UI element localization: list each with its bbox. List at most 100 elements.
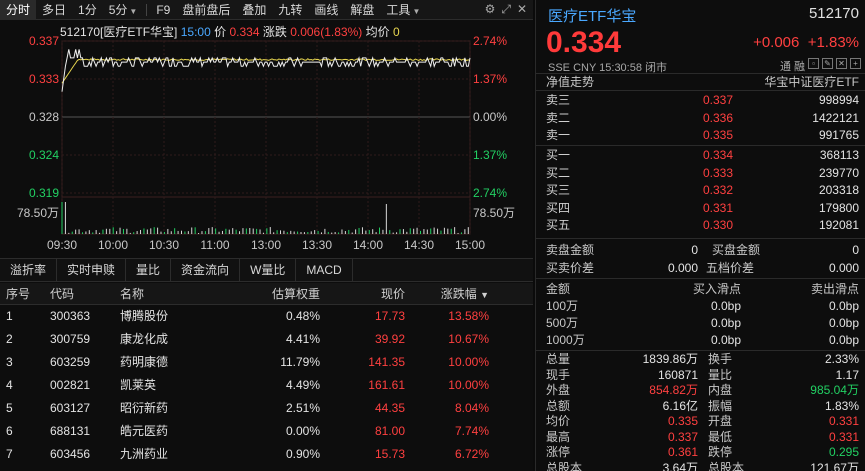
tab-intraday[interactable]: 分时 — [0, 0, 37, 20]
analysis-button[interactable]: 解盘 — [344, 0, 380, 20]
level-label: 买五 — [546, 218, 571, 232]
row-change: 10.00% — [448, 378, 489, 392]
stat-value: 0.331 — [828, 429, 859, 444]
stat-value: 2.33% — [824, 352, 859, 366]
stat-label: 换手 — [708, 352, 733, 366]
orderbook-row[interactable]: 卖三 0.337 998994 — [536, 92, 865, 110]
add-icon[interactable]: + — [850, 58, 861, 69]
level-price: 0.337 — [702, 93, 733, 107]
orderbook-row[interactable]: 买五 0.330 192081 — [536, 217, 865, 235]
close-icon[interactable]: ✕ — [836, 58, 847, 69]
buy-amount-label: 买盘金额 — [712, 243, 761, 257]
table-row[interactable]: 2 300759 康龙化成 4.41% 39.92 10.67% — [0, 328, 533, 351]
stat-value: 121.67万 — [810, 460, 859, 471]
tab-premium[interactable]: 溢折率 — [0, 259, 58, 281]
orderbook-row[interactable]: 买一 0.334 368113 — [536, 147, 865, 165]
quote-panel: 医疗ETF华宝 512170 0.334 +0.006 +1.83% SSE C… — [535, 0, 865, 471]
stat-label: 现手 — [546, 367, 571, 382]
divider — [536, 278, 865, 279]
level-price: 0.335 — [702, 128, 733, 142]
stat-value: 1839.86万 — [642, 352, 698, 366]
chart-code-name: 512170[医疗ETF华宝] — [60, 25, 178, 39]
stat-value: 1.83% — [824, 398, 859, 413]
row-weight: 0.00% — [285, 424, 320, 438]
slippage-cell: 0.0bp — [828, 316, 859, 330]
nine-turn-button[interactable]: 九转 — [272, 0, 308, 20]
table-row[interactable]: 7 603456 九洲药业 0.90% 15.73 6.72% — [0, 443, 533, 466]
row-code: 002821 — [50, 378, 91, 392]
row-change: 13.58% — [448, 309, 489, 323]
orderbook-row[interactable]: 卖二 0.336 1422121 — [536, 110, 865, 128]
spread-row: 买卖价差 0.000 五档价差 0.000 — [536, 260, 865, 277]
time-tick-label: 15:00 — [455, 238, 485, 252]
row-weight: 4.41% — [285, 332, 320, 346]
price-tick-label: 0.324 — [29, 148, 59, 162]
f9-button[interactable]: F9 — [150, 0, 176, 20]
price-label: 价 — [214, 25, 227, 39]
row-code: 603456 — [50, 447, 91, 461]
chart-header: 512170[医疗ETF华宝] 15:00 价 0.334 涨跌 0.006(1… — [60, 23, 400, 40]
col-code[interactable]: 代码 — [50, 283, 120, 304]
stat-value: 0.295 — [828, 445, 859, 459]
time-tick-label: 10:30 — [149, 238, 179, 252]
tab-macd[interactable]: MACD — [296, 259, 353, 281]
expand-icon[interactable]: ⤢ — [501, 2, 511, 17]
premarket-button[interactable]: 盘前盘后 — [176, 0, 236, 20]
minimize-icon[interactable]: ▫ — [808, 58, 819, 69]
orderbook-row[interactable]: 买三 0.332 203318 — [536, 182, 865, 200]
chart-time: 15:00 — [180, 25, 211, 39]
row-weight: 11.79% — [280, 355, 320, 369]
chart-change: 0.006(1.83%) — [290, 25, 363, 39]
row-name: 皓元医药 — [120, 424, 169, 438]
table-row[interactable]: 5 603127 昭衍新药 2.51% 44.35 8.04% — [0, 397, 533, 420]
stat-value: 854.82万 — [649, 383, 698, 397]
table-row[interactable]: 3 603259 药明康德 11.79% 141.35 10.00% — [0, 351, 533, 374]
time-tick-label: 10:00 — [98, 238, 128, 252]
stat-row: 总量 1839.86万 换手 2.33% — [536, 352, 865, 367]
close-icon[interactable]: ✕ — [517, 2, 527, 17]
ask-book: 卖三 0.337 998994 卖二 0.336 1422121 卖一 0.335 991765 — [536, 92, 865, 145]
orderbook-row[interactable]: 买二 0.333 239770 — [536, 165, 865, 183]
nav-trend-row[interactable]: 净值走势 华宝中证医疗ETF — [536, 73, 865, 91]
slippage-cell: 0.0bp — [828, 299, 859, 313]
orderbook-row[interactable]: 卖一 0.335 991765 — [536, 127, 865, 145]
row-name: 凯莱英 — [120, 378, 157, 392]
time-tick-label: 14:00 — [353, 238, 383, 252]
col-price[interactable]: 现价 — [320, 283, 405, 304]
draw-line-button[interactable]: 画线 — [308, 0, 344, 20]
row-name: 昭衍新药 — [120, 401, 169, 415]
tab-volume-ratio[interactable]: 量比 — [126, 259, 172, 281]
slippage-cell: 买入滑点 — [692, 282, 741, 296]
col-change[interactable]: 涨跌幅 ▼ — [405, 283, 495, 304]
settings-icon[interactable]: ⚙ — [485, 2, 496, 17]
intraday-chart[interactable]: 0.337 2.74% 0.333 1.37% 0.328 0.00% 0.324 1.37%… — [0, 21, 533, 257]
table-body: 1 300363 博腾股份 0.48% 17.73 13.58% 2 300759 康龙化成 4.… — [0, 305, 533, 466]
tab-w-volume-ratio[interactable]: W量比 — [240, 259, 297, 281]
orderbook-row[interactable]: 买四 0.331 179800 — [536, 200, 865, 218]
tab-multiday[interactable]: 多日 — [36, 0, 72, 20]
avg-label: 均价 — [365, 25, 390, 39]
security-title: 医疗ETF华宝 — [548, 8, 637, 25]
row-change: 10.67% — [448, 332, 489, 346]
tab-5min[interactable]: 5分 ▼ — [103, 0, 144, 20]
col-name[interactable]: 名称 — [120, 283, 230, 304]
row-index: 6 — [6, 424, 13, 438]
col-weight[interactable]: 估算权重 — [230, 283, 320, 304]
overlay-button[interactable]: 叠加 — [236, 0, 272, 20]
table-row[interactable]: 6 688131 皓元医药 0.00% 81.00 7.74% — [0, 420, 533, 443]
quote-flags: 通 融 ▫ ✎ ✕ + — [780, 58, 861, 74]
nav-trend-label: 净值走势 — [546, 75, 595, 89]
percent-tick-label: 1.37% — [473, 72, 507, 86]
col-index[interactable]: 序号 — [0, 283, 50, 304]
tab-fund-flow[interactable]: 资金流向 — [171, 259, 241, 281]
tools-button[interactable]: 工具 ▼ — [380, 0, 426, 20]
table-row[interactable]: 4 002821 凯莱英 4.49% 161.61 10.00% — [0, 374, 533, 397]
level-label: 卖三 — [546, 93, 571, 107]
slippage-cell: 0.0bp — [710, 333, 741, 347]
tab-1min[interactable]: 1分 — [72, 0, 103, 20]
tab-creation-redemption[interactable]: 实时申赎 — [57, 259, 127, 281]
table-row[interactable]: 1 300363 博腾股份 0.48% 17.73 13.58% — [0, 305, 533, 328]
edit-icon[interactable]: ✎ — [822, 58, 833, 69]
row-change: 6.72% — [454, 447, 489, 461]
row-price: 81.00 — [374, 424, 405, 438]
